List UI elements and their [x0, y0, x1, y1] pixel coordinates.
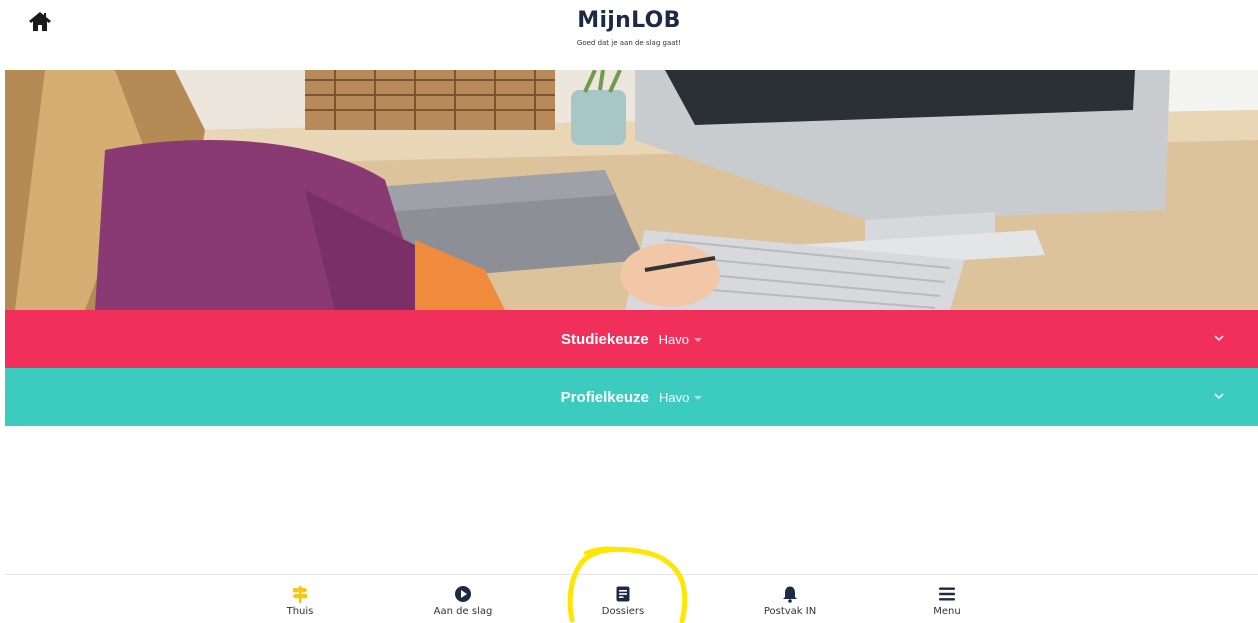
nav-item-menu[interactable]: Menu — [887, 575, 1007, 623]
bell-icon — [781, 585, 799, 603]
nav-item-thuis[interactable]: Thuis — [240, 575, 360, 623]
profielkeuze-level-dropdown[interactable]: Havo — [659, 389, 703, 405]
chevron-down-icon[interactable] — [1213, 333, 1225, 343]
nav-item-aan-de-slag[interactable]: Aan de slag — [403, 575, 523, 623]
nav-item-postvak-in[interactable]: Postvak IN — [730, 575, 850, 623]
signpost-icon — [291, 585, 309, 603]
caret-down-icon — [693, 338, 702, 342]
profielkeuze-label: Profielkeuze — [560, 388, 649, 406]
studiekeuze-level-dropdown[interactable]: Havo — [659, 332, 702, 347]
nav-label-postvak-in: Postvak IN — [763, 606, 817, 617]
studiekeuze-level-value: Havo — [658, 331, 689, 347]
app-subtitle: Goed dat je aan de slag gaat! — [576, 39, 682, 47]
nav-label-dossiers: Dossiers — [601, 606, 645, 617]
nav-item-dossiers[interactable]: Dossiers — [563, 575, 683, 623]
studiekeuze-label: Studiekeuze — [561, 330, 649, 348]
nav-label-aan-de-slag: Aan de slag — [433, 606, 493, 617]
hero-image — [5, 70, 1258, 310]
bottom-navigation: Thuis Aan de slag Dossiers Postvak IN Me… — [5, 574, 1258, 623]
hamburger-icon — [938, 585, 956, 603]
nav-label-thuis: Thuis — [286, 606, 314, 617]
document-icon — [614, 585, 632, 603]
page-header: MijnLOB Goed dat je aan de slag gaat! — [0, 8, 1258, 47]
caret-down-icon — [694, 396, 703, 400]
nav-label-menu: Menu — [933, 606, 961, 617]
profielkeuze-accordion[interactable]: Profielkeuze Havo — [5, 368, 1258, 426]
app-title: MijnLOB — [577, 8, 681, 33]
profielkeuze-level-value: Havo — [659, 389, 690, 405]
studiekeuze-accordion[interactable]: Studiekeuze Havo — [5, 310, 1258, 368]
chevron-down-icon[interactable] — [1213, 391, 1225, 401]
play-circle-icon — [454, 585, 472, 603]
